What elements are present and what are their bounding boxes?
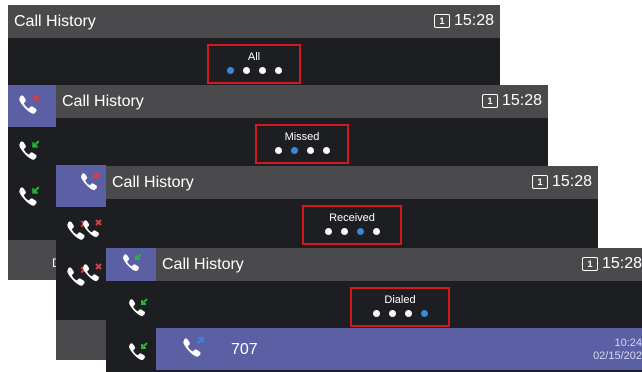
sim-card-icon: 1 bbox=[581, 257, 598, 271]
page-dots bbox=[304, 228, 400, 235]
page-dot bbox=[404, 310, 412, 317]
received-call-icon bbox=[19, 186, 40, 206]
call-entry-selected[interactable]: 707 10:24 02/15/202 bbox=[156, 328, 642, 370]
title-bar: Call History 1 15:28 bbox=[8, 5, 500, 38]
call-date: 02/15/202 bbox=[593, 350, 642, 362]
title-bar: Call History 1 15:28 bbox=[106, 166, 598, 199]
title-bar: Call History 1 15:28 bbox=[156, 248, 642, 281]
dialed-call-icon bbox=[183, 337, 204, 357]
received-call-icon bbox=[19, 140, 40, 160]
page-title: Call History bbox=[62, 93, 144, 110]
page-dot bbox=[274, 67, 282, 74]
clock: 15:28 bbox=[453, 12, 494, 29]
page-dot bbox=[274, 147, 282, 154]
missed-call-icon bbox=[83, 219, 102, 238]
sim-card-icon: 1 bbox=[531, 175, 548, 189]
list-column bbox=[106, 281, 156, 372]
tab-indicator[interactable]: All bbox=[8, 38, 500, 90]
tab-indicator[interactable]: Missed bbox=[56, 118, 548, 170]
page-dot bbox=[388, 310, 396, 317]
page-title: Call History bbox=[162, 256, 244, 273]
bottom-bar bbox=[56, 320, 106, 360]
sim-card-icon: 1 bbox=[433, 14, 450, 28]
page-dot bbox=[226, 67, 234, 74]
page-dots bbox=[352, 310, 448, 317]
tab-label-missed: Missed bbox=[284, 131, 320, 143]
page-dot bbox=[324, 228, 332, 235]
page-title: Call History bbox=[112, 174, 194, 191]
page-dot bbox=[306, 147, 314, 154]
page-dot bbox=[420, 310, 428, 317]
list-item[interactable] bbox=[56, 166, 106, 202]
page-title: Call History bbox=[14, 13, 96, 30]
list-item[interactable] bbox=[8, 85, 58, 127]
list-item[interactable] bbox=[8, 131, 58, 173]
page-dots bbox=[209, 67, 299, 74]
page-dot bbox=[372, 310, 380, 317]
clock: 15:28 bbox=[551, 173, 592, 190]
call-number: 707 bbox=[231, 341, 258, 358]
tab-indicator[interactable]: Dialed bbox=[156, 281, 642, 333]
clock: 15:28 bbox=[501, 92, 542, 109]
tab-label-dialed: Dialed bbox=[384, 294, 416, 306]
tab-indicator[interactable]: Received bbox=[106, 199, 598, 251]
received-call-icon bbox=[129, 342, 148, 361]
list-column bbox=[56, 166, 106, 372]
page-dot bbox=[258, 67, 266, 74]
sim-card-icon: 1 bbox=[481, 94, 498, 108]
tab-label-received: Received bbox=[329, 212, 375, 224]
page-dot bbox=[372, 228, 380, 235]
list-item[interactable] bbox=[8, 177, 58, 219]
tab-highlight: Received bbox=[302, 205, 402, 245]
tab-highlight: All bbox=[207, 44, 301, 84]
received-call-icon bbox=[123, 253, 142, 272]
page-dot bbox=[356, 228, 364, 235]
list-item[interactable] bbox=[106, 248, 156, 281]
missed-call-icon bbox=[83, 263, 102, 282]
title-bar: Call History 1 15:28 bbox=[56, 85, 548, 118]
call-timestamp: 10:24 02/15/202 bbox=[593, 337, 642, 363]
page-dot bbox=[242, 67, 250, 74]
tab-highlight: Missed bbox=[255, 124, 349, 164]
call-time: 10:24 bbox=[614, 337, 642, 349]
tab-highlight: Dialed bbox=[350, 287, 450, 327]
page-dot bbox=[290, 147, 298, 154]
page-dot bbox=[340, 228, 348, 235]
clock: 15:28 bbox=[601, 255, 642, 272]
page-dots bbox=[257, 147, 347, 154]
received-call-icon bbox=[129, 298, 148, 317]
tab-label-all: All bbox=[247, 51, 261, 63]
missed-call-icon bbox=[19, 94, 40, 114]
page-dot bbox=[322, 147, 330, 154]
received-call-icon bbox=[81, 172, 100, 191]
call-history-screen-dialed: Call History 1 15:28 Dialed 707 10:24 02/… bbox=[156, 248, 642, 372]
